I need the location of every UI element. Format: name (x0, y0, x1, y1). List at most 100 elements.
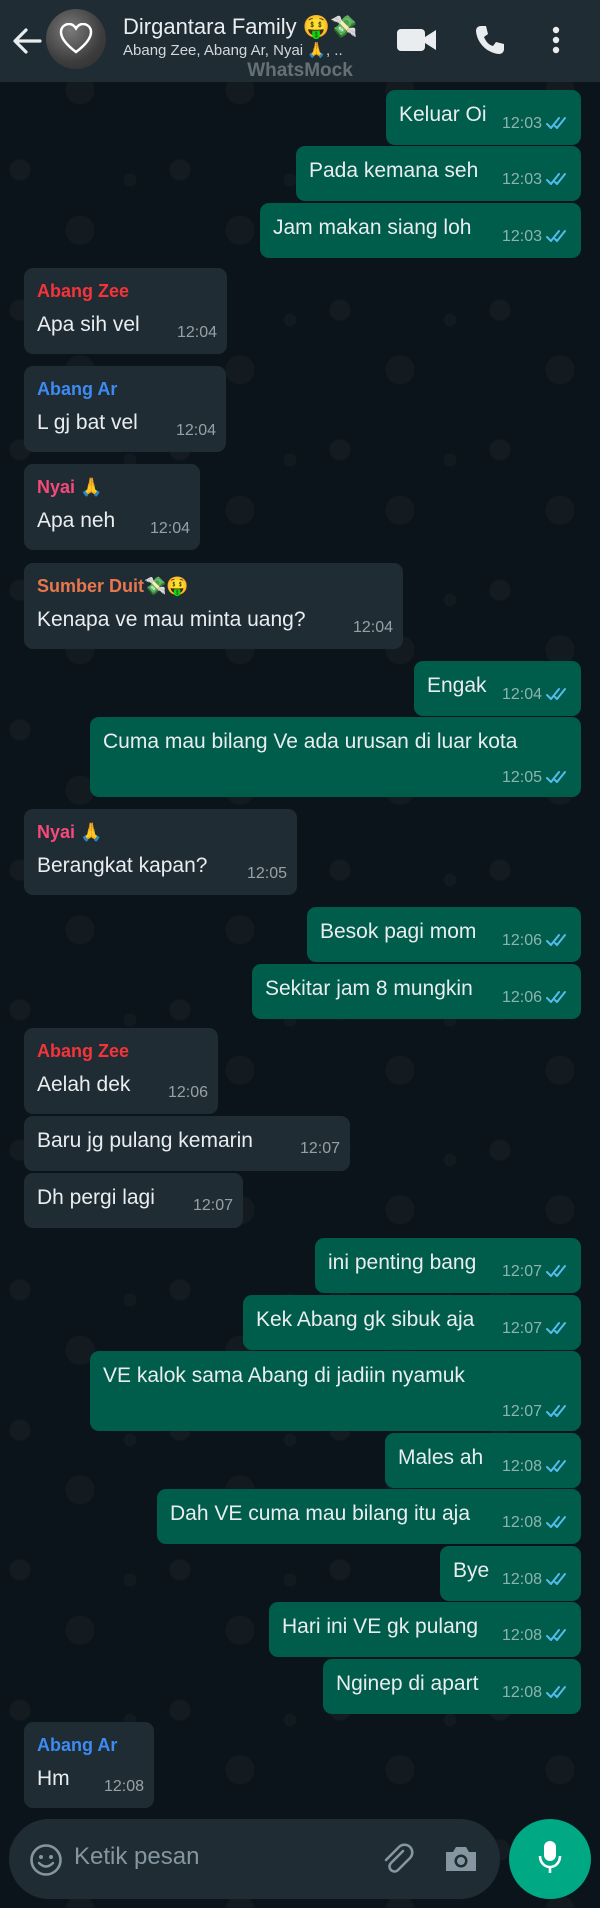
message-meta: 12:08 (502, 1511, 571, 1535)
message-bubble-incoming[interactable]: Nyai 🙏 Berangkat kapan? 12:05 (24, 809, 297, 895)
message-time: 12:07 (192, 1197, 233, 1214)
message-bubble-outgoing[interactable]: Dah VE cuma mau bilang itu aja 12:08 (157, 1489, 581, 1544)
message-time: 12:03 (501, 115, 542, 132)
message-time: 12:08 (501, 1684, 542, 1701)
message-meta: 12:06 (168, 1084, 208, 1102)
sender-name: Abang Zee (37, 281, 130, 301)
read-receipt-icon (546, 1681, 571, 1705)
message-bubble-incoming[interactable]: Nyai 🙏 Apa neh 12:04 (24, 464, 200, 550)
message-bubble-outgoing[interactable]: ini penting bang 12:07 (315, 1238, 581, 1293)
message-bubble-incoming[interactable]: Abang Zee Apa sih vel 12:04 (24, 268, 227, 354)
read-receipt-icon (546, 766, 571, 790)
message-bubble-outgoing[interactable]: Sekitar jam 8 mungkin 12:06 (252, 964, 581, 1019)
message-time: 12:06 (501, 932, 542, 949)
message-meta: 12:04 (150, 520, 190, 538)
message-bubble-outgoing[interactable]: Bye 12:08 (440, 1546, 581, 1601)
message-text: Dh pergi lagi (37, 1186, 155, 1209)
microphone-icon (537, 1839, 563, 1880)
chat-title-area[interactable]: Dirgantara Family 🤑💸 Abang Zee, Abang Ar… (123, 13, 383, 61)
message-time: 12:08 (501, 1627, 542, 1644)
message-meta: 12:05 (247, 865, 287, 883)
sender-name: Nyai 🙏 (37, 822, 103, 842)
message-time: 12:03 (501, 171, 542, 188)
message-meta: 12:04 (502, 683, 571, 707)
read-receipt-icon (546, 1317, 571, 1341)
message-meta: 12:04 (176, 422, 216, 440)
read-receipt-icon (546, 1455, 571, 1479)
message-meta: 12:08 (104, 1778, 144, 1796)
sender-name: Abang Ar (37, 1735, 118, 1755)
video-call-icon[interactable] (395, 20, 439, 60)
message-bubble-outgoing[interactable]: VE kalok sama Abang di jadiin nyamuk 12:… (90, 1351, 581, 1431)
message-text: Kenapa ve mau minta uang? (37, 608, 306, 631)
message-bubble-incoming[interactable]: Sumber Duit💸🤑 Kenapa ve mau minta uang? … (24, 563, 403, 649)
message-bubble-outgoing[interactable]: Kek Abang gk sibuk aja 12:07 (243, 1295, 581, 1350)
message-meta: 12:06 (502, 929, 571, 953)
voice-record-button[interactable] (509, 1819, 591, 1899)
message-meta: 12:07 (300, 1140, 340, 1158)
message-bubble-outgoing[interactable]: Cuma mau bilang Ve ada urusan di luar ko… (90, 717, 581, 797)
message-text: Apa neh (37, 509, 116, 532)
camera-icon[interactable] (443, 1844, 479, 1879)
message-time: 12:08 (501, 1514, 542, 1531)
message-bubble-outgoing[interactable]: Jam makan siang loh 12:03 (260, 203, 581, 258)
message-bubble-incoming[interactable]: Baru jg pulang kemarin 12:07 (24, 1116, 350, 1171)
back-arrow-icon[interactable] (10, 22, 44, 60)
more-menu-icon[interactable] (541, 20, 571, 60)
message-bubble-outgoing[interactable]: Engak 12:04 (414, 661, 581, 716)
message-input-bar[interactable]: Ketik pesan (9, 1819, 500, 1899)
message-bubble-outgoing[interactable]: Keluar Oi 12:03 (386, 90, 581, 145)
message-bubble-outgoing[interactable]: Pada kemana seh 12:03 (296, 146, 581, 201)
message-bubble-outgoing[interactable]: Besok pagi mom 12:06 (307, 907, 581, 962)
message-time: 12:06 (501, 989, 542, 1006)
message-meta: 12:06 (502, 986, 571, 1010)
message-meta: 12:07 (502, 1400, 571, 1424)
message-bubble-incoming[interactable]: Abang Zee Aelah dek 12:06 (24, 1028, 218, 1114)
message-bubble-outgoing[interactable]: Males ah 12:08 (385, 1433, 581, 1488)
message-bubble-outgoing[interactable]: Nginep di apart 12:08 (323, 1659, 581, 1714)
sender-name: Abang Ar (37, 379, 118, 399)
message-time: 12:08 (501, 1458, 542, 1475)
message-bubble-outgoing[interactable]: Hari ini VE gk pulang 12:08 (269, 1602, 581, 1657)
read-receipt-icon (546, 1260, 571, 1284)
sender-name: Nyai 🙏 (37, 477, 103, 497)
message-text: Kek Abang gk sibuk aja (256, 1308, 475, 1331)
message-text: Cuma mau bilang Ve ada urusan di luar ko… (103, 730, 518, 753)
message-text: Jam makan siang loh (273, 216, 472, 239)
message-text: Aelah dek (37, 1073, 131, 1096)
read-receipt-icon (546, 929, 571, 953)
read-receipt-icon (546, 1511, 571, 1535)
read-receipt-icon (546, 986, 571, 1010)
message-text: Besok pagi mom (320, 920, 477, 943)
message-time: 12:08 (501, 1571, 542, 1588)
group-name: Dirgantara Family 🤑💸 (123, 14, 358, 39)
sender-name: Abang Zee (37, 1041, 130, 1061)
message-bubble-incoming[interactable]: Abang Ar L gj bat vel 12:04 (24, 366, 226, 452)
message-time: 12:07 (501, 1263, 542, 1280)
message-text: Bye (453, 1559, 490, 1582)
message-time: 12:07 (501, 1320, 542, 1337)
emoji-icon[interactable] (29, 1843, 63, 1882)
message-text: Baru jg pulang kemarin (37, 1129, 253, 1152)
message-time: 12:08 (103, 1778, 144, 1795)
message-meta: 12:04 (177, 324, 217, 342)
message-text: Keluar Oi (399, 103, 487, 126)
message-text: VE kalok sama Abang di jadiin nyamuk (103, 1364, 465, 1387)
phone-call-icon[interactable] (468, 20, 512, 60)
message-time: 12:04 (501, 686, 542, 703)
sender-name: Sumber Duit💸🤑 (37, 576, 189, 596)
message-bubble-incoming[interactable]: Dh pergi lagi 12:07 (24, 1173, 243, 1228)
paperclip-icon[interactable] (379, 1841, 415, 1882)
message-bubble-incoming[interactable]: Abang Ar Hm 12:08 (24, 1722, 154, 1808)
message-time: 12:05 (501, 769, 542, 786)
read-receipt-icon (546, 1624, 571, 1648)
message-input-placeholder[interactable]: Ketik pesan (74, 1843, 199, 1871)
read-receipt-icon (546, 168, 571, 192)
message-text: Berangkat kapan? (37, 854, 208, 877)
message-text: Dah VE cuma mau bilang itu aja (170, 1502, 470, 1525)
message-time: 12:06 (167, 1084, 208, 1101)
message-meta: 12:03 (502, 112, 571, 136)
group-members: Abang Zee, Abang Ar, Nyai 🙏, .. (123, 42, 343, 59)
message-meta: 12:07 (502, 1317, 571, 1341)
heart-icon (59, 23, 93, 54)
